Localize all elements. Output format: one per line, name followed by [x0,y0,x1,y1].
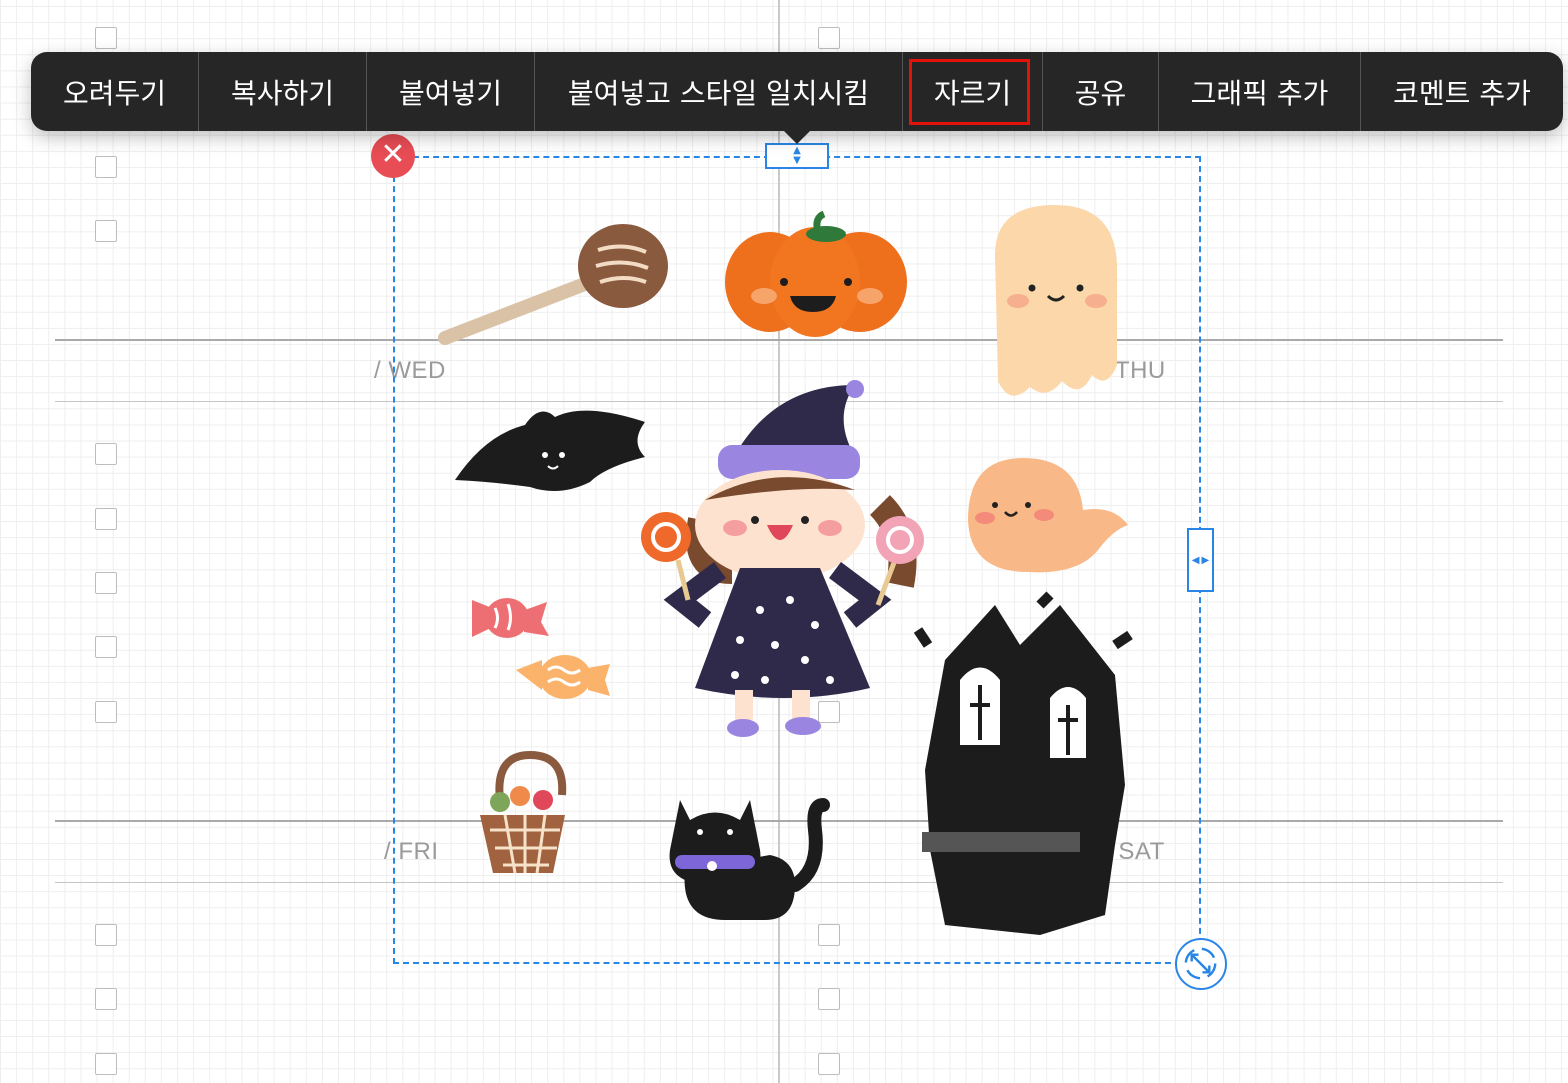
todo-checkbox[interactable] [95,508,117,530]
menu-item-copy[interactable]: 복사하기 [199,52,367,131]
menu-item-cut[interactable]: 오려두기 [31,52,199,131]
menu-item-share[interactable]: 공유 [1043,52,1159,131]
menu-item-paste[interactable]: 붙여넣기 [367,52,535,131]
menu-item-crop[interactable]: 자르기 [903,52,1043,131]
todo-checkbox[interactable] [818,988,840,1010]
resize-icon [1184,947,1217,980]
chevron-right-icon: ▶ [1201,554,1210,566]
close-icon: ✕ [380,137,406,172]
todo-checkbox[interactable] [818,1053,840,1075]
todo-checkbox[interactable] [95,701,117,723]
chevron-left-icon: ◀ [1191,554,1200,566]
todo-checkbox[interactable] [95,988,117,1010]
vertical-resize-handle[interactable]: ▲ ▼ [765,143,829,169]
rotate-resize-handle[interactable] [1175,938,1227,990]
todo-checkbox[interactable] [818,27,840,49]
todo-checkbox[interactable] [95,924,117,946]
selection-frame [393,156,1201,964]
context-menu-pointer [783,130,811,144]
menu-item-add-graphic[interactable]: 그래픽 추가 [1159,52,1361,131]
remove-selection-button[interactable]: ✕ [371,134,415,178]
todo-checkbox[interactable] [95,1053,117,1075]
todo-checkbox[interactable] [95,572,117,594]
horizontal-resize-handle[interactable]: ◀ ▶ [1187,528,1214,592]
menu-item-add-comment[interactable]: 코멘트 추가 [1361,52,1563,131]
todo-checkbox[interactable] [95,220,117,242]
menu-item-paste-and-match-style[interactable]: 붙여넣고 스타일 일치시킴 [535,52,903,131]
todo-checkbox[interactable] [95,636,117,658]
todo-checkbox[interactable] [95,27,117,49]
context-menu: 오려두기 복사하기 붙여넣기 붙여넣고 스타일 일치시킴 자르기 공유 그래픽 … [31,52,1563,131]
todo-checkbox[interactable] [95,443,117,465]
todo-checkbox[interactable] [95,156,117,178]
chevron-down-icon: ▼ [793,155,801,166]
